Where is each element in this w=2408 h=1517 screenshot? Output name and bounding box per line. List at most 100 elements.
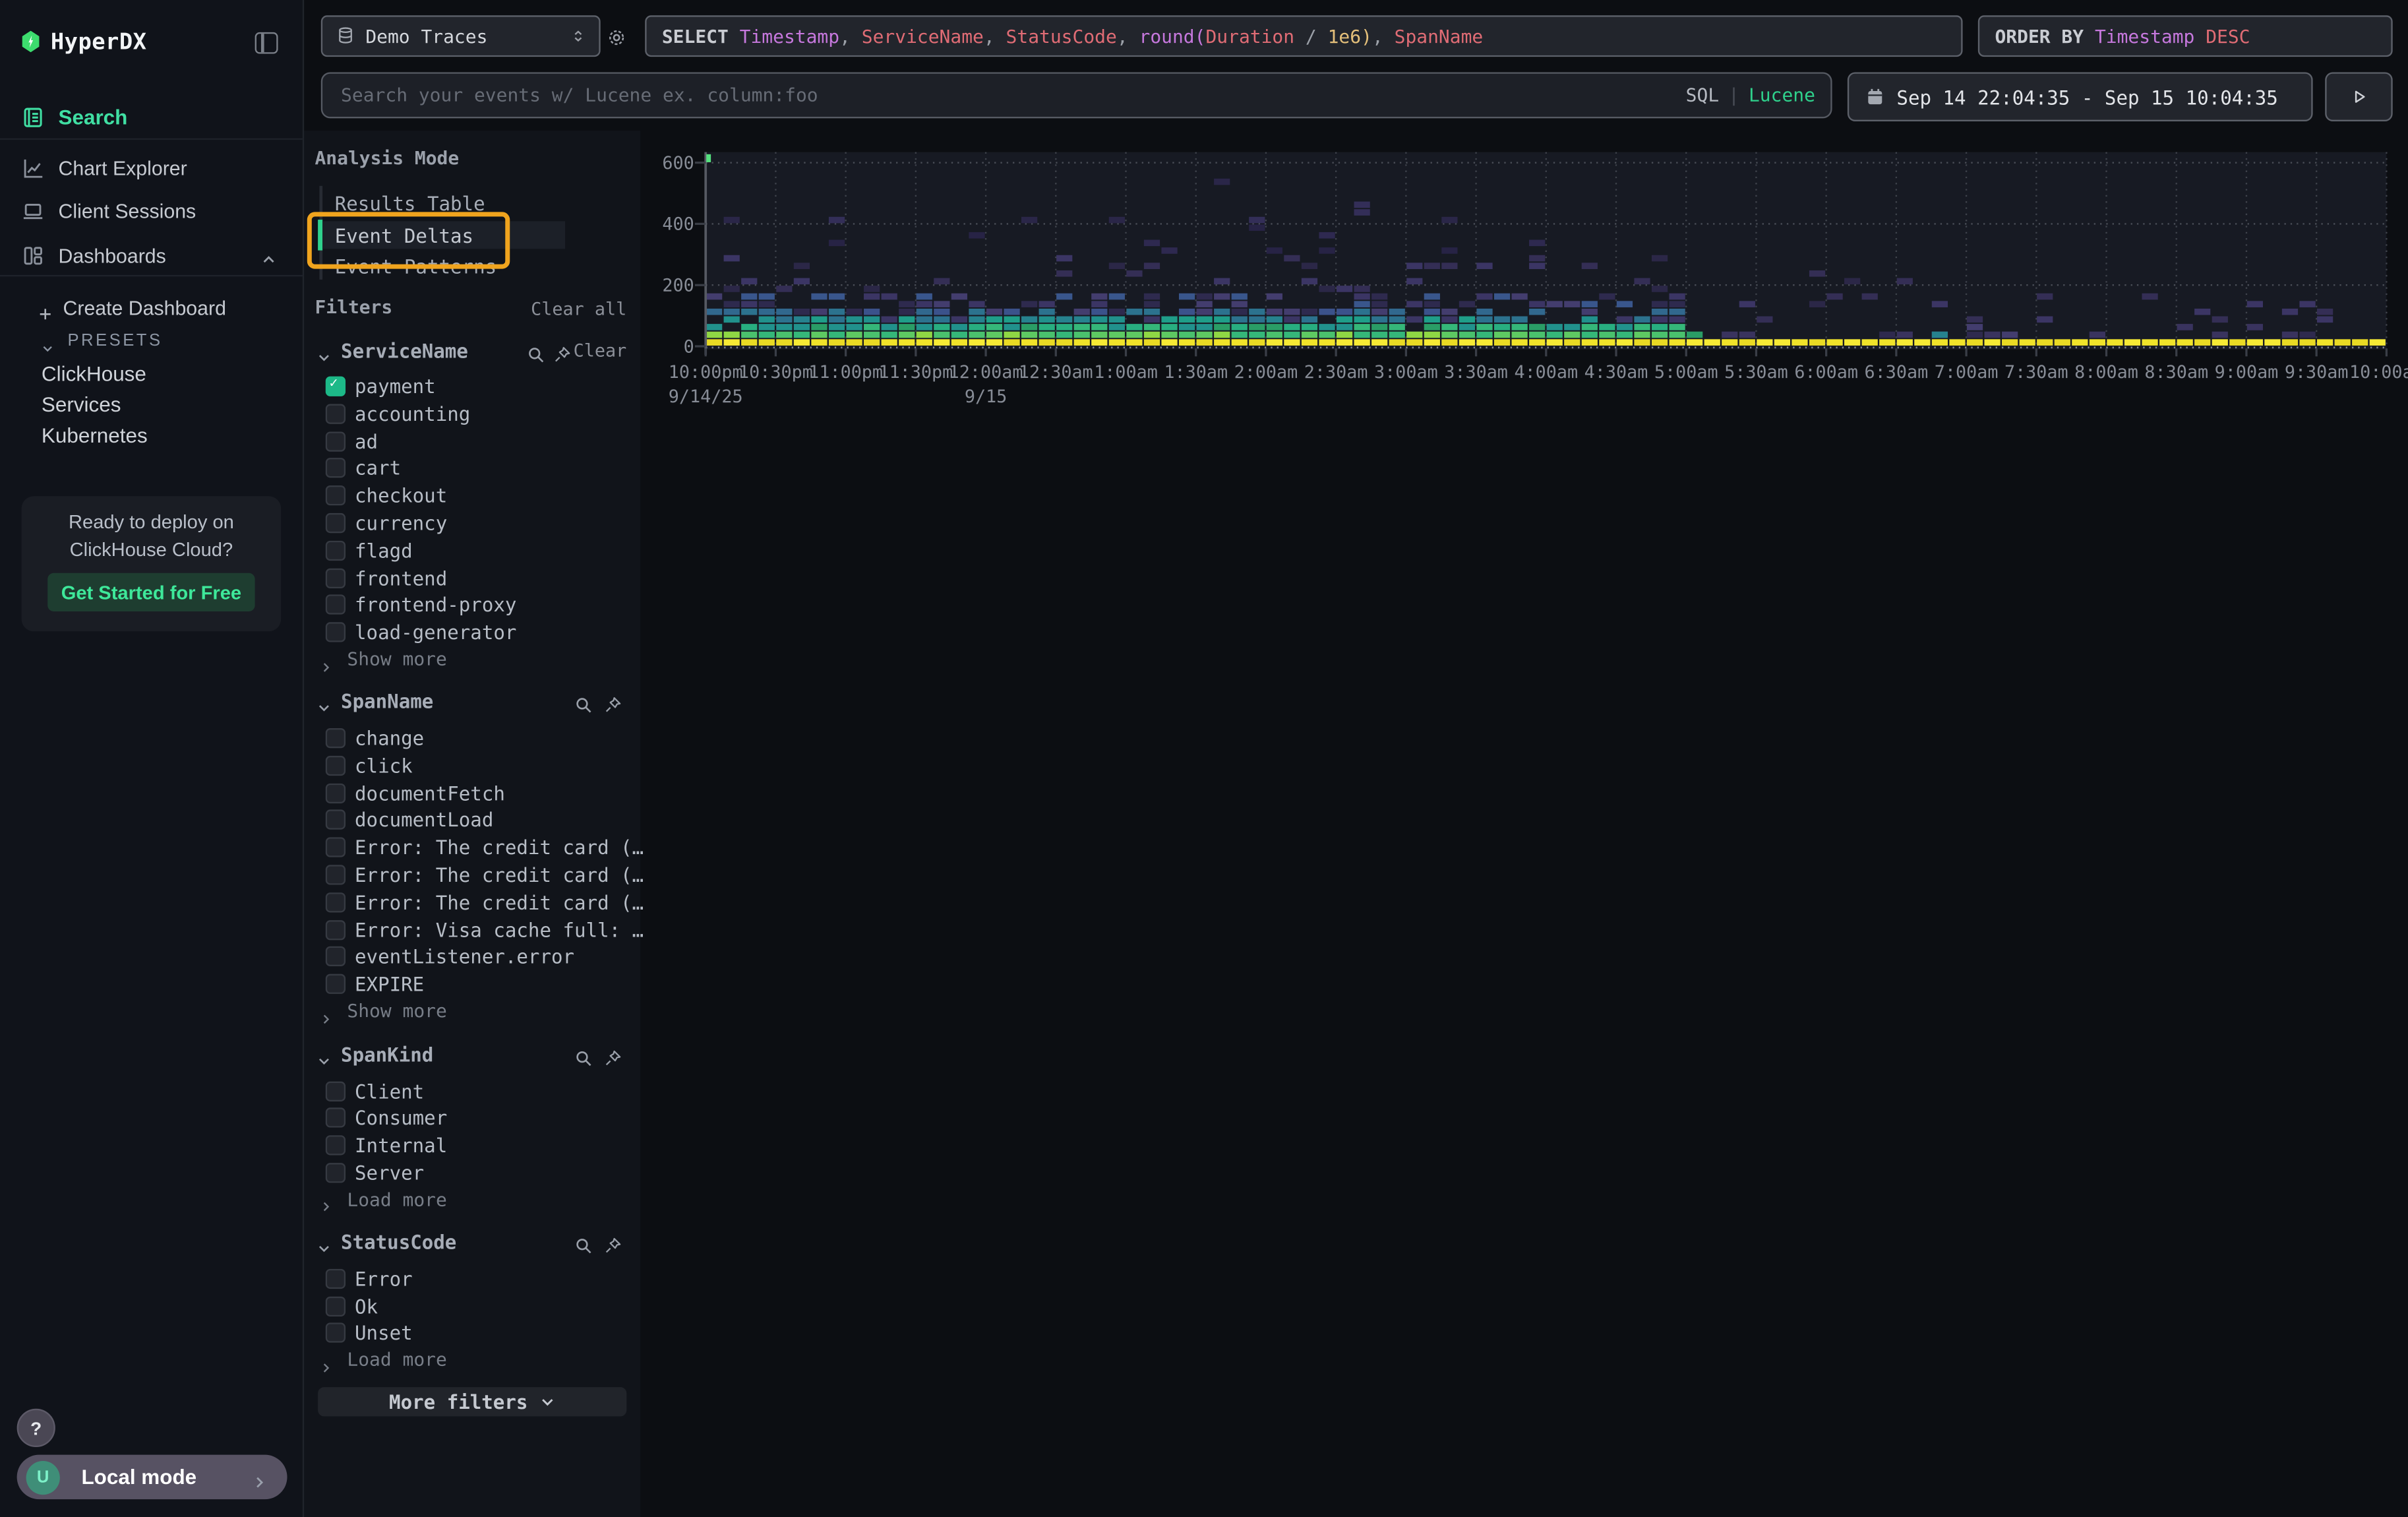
filter-item-spanname[interactable]: change xyxy=(303,725,640,749)
filter-item-servicename[interactable]: frontend-proxy xyxy=(303,592,640,617)
filter-item-spankind[interactable]: Internal xyxy=(303,1132,640,1157)
filter-item-servicename[interactable]: currency xyxy=(303,510,640,534)
filter-item-label: Error: The credit card (… xyxy=(355,890,644,913)
filter-item-statuscode[interactable]: Ok xyxy=(303,1293,640,1317)
mode-lucene[interactable]: Lucene xyxy=(1749,84,1815,106)
pin-icon[interactable] xyxy=(603,1044,622,1063)
search-input[interactable] xyxy=(321,72,1832,118)
gear-icon[interactable] xyxy=(607,24,626,44)
preset-kubernetes[interactable]: Kubernetes xyxy=(42,424,148,447)
create-dashboard-button[interactable]: Create Dashboard xyxy=(0,292,303,323)
sidebar-collapse-icon[interactable] xyxy=(255,32,278,54)
sidebar-item-label: Chart Explorer xyxy=(59,156,187,179)
show-more-spankind[interactable]: Load more xyxy=(303,1187,640,1210)
user-avatar: U xyxy=(26,1460,60,1494)
time-range-picker[interactable]: Sep 14 22:04:35 - Sep 15 10:04:35 xyxy=(1848,72,2313,121)
clear-all-button[interactable]: Clear all xyxy=(531,298,626,320)
sql-expression-input[interactable]: SELECT Timestamp, ServiceName, StatusCod… xyxy=(645,15,1962,57)
order-by-input[interactable]: ORDER BY Timestamp DESC xyxy=(1978,15,2393,57)
search-icon[interactable] xyxy=(574,1231,593,1250)
filter-item-label: documentLoad xyxy=(355,809,493,832)
show-more-spanname[interactable]: Show more xyxy=(303,999,640,1022)
axis-tick-label: 6:00am xyxy=(1794,362,1858,383)
sql-token xyxy=(2194,25,2206,47)
chevron-down-icon[interactable] xyxy=(316,1046,332,1061)
checkbox-icon xyxy=(326,623,346,642)
filter-item-label: EXPIRE xyxy=(355,973,424,996)
axis-tick-label: 10:30pm xyxy=(738,362,813,383)
analysis-mode-results-table[interactable]: Results Table xyxy=(322,189,565,216)
search-icon[interactable] xyxy=(574,691,593,710)
filter-item-servicename[interactable]: ad xyxy=(303,428,640,452)
filter-item-servicename[interactable]: flagd xyxy=(303,538,640,562)
chevron-down-icon[interactable] xyxy=(316,1233,332,1249)
show-more-label: Load more xyxy=(347,1189,446,1210)
filter-item-spankind[interactable]: Consumer xyxy=(303,1105,640,1129)
help-button[interactable]: ? xyxy=(17,1409,55,1447)
filter-item-label: frontend xyxy=(355,566,447,589)
axis-tick-label: 8:00am xyxy=(2074,362,2138,383)
filter-item-servicename[interactable]: checkout xyxy=(303,483,640,507)
analysis-mode-event-patterns[interactable]: Event Patterns xyxy=(322,252,565,280)
more-filters-label: More filters xyxy=(389,1390,527,1413)
filter-item-servicename[interactable]: frontend xyxy=(303,565,640,589)
preset-services[interactable]: Services xyxy=(42,393,121,416)
run-query-button[interactable] xyxy=(2325,72,2392,121)
filter-item-servicename[interactable]: load-generator xyxy=(303,619,640,644)
filter-item-servicename[interactable]: payment xyxy=(303,373,640,398)
filter-item-label: Unset xyxy=(355,1322,413,1345)
sidebar-item-search[interactable]: Search xyxy=(0,98,303,135)
filter-item-servicename[interactable]: cart xyxy=(303,455,640,480)
clickhouse-cloud-promo-card: Ready to deploy on ClickHouse Cloud? Get… xyxy=(22,496,282,631)
chevron-right-icon xyxy=(251,1468,269,1486)
divider xyxy=(0,275,303,276)
filter-group-header-spankind: SpanKind xyxy=(303,1041,640,1066)
show-more-servicename[interactable]: Show more xyxy=(303,647,640,670)
analysis-mode-event-deltas[interactable]: Event Deltas xyxy=(322,221,565,249)
filter-item-spanname[interactable]: click xyxy=(303,753,640,777)
filter-item-statuscode[interactable]: Error xyxy=(303,1266,640,1290)
chevron-down-icon[interactable] xyxy=(316,693,332,708)
local-mode-menu[interactable]: U Local mode xyxy=(17,1455,287,1500)
filter-item-spanname[interactable]: eventListener.error xyxy=(303,944,640,968)
get-started-button[interactable]: Get Started for Free xyxy=(47,573,255,611)
search-icon[interactable] xyxy=(527,340,545,359)
filter-item-spankind[interactable]: Server xyxy=(303,1160,640,1184)
sql-token: ) xyxy=(1361,25,1372,47)
checkbox-icon xyxy=(326,595,346,615)
chevron-up-icon[interactable] xyxy=(260,246,278,264)
filter-item-spanname[interactable]: Error: The credit card (… xyxy=(303,834,640,859)
filter-item-spanname[interactable]: Error: The credit card (… xyxy=(303,862,640,886)
filter-item-spanname[interactable]: documentFetch xyxy=(303,780,640,804)
more-filters-button[interactable]: More filters xyxy=(318,1387,626,1416)
sidebar-item-client-sessions[interactable]: Client Sessions xyxy=(0,192,303,229)
chevron-down-icon[interactable] xyxy=(316,342,332,357)
pin-icon[interactable] xyxy=(603,1231,622,1250)
source-select[interactable]: Demo Traces xyxy=(321,15,601,57)
mode-sql[interactable]: SQL xyxy=(1686,84,1720,106)
chevron-right-icon xyxy=(319,1003,333,1016)
select-updown-icon xyxy=(571,26,585,46)
pin-icon[interactable] xyxy=(553,340,571,359)
sql-token: , xyxy=(1372,25,1395,47)
clear-filter-button[interactable]: Clear xyxy=(574,339,627,361)
plus-icon xyxy=(37,299,54,316)
dashboard-grid-icon xyxy=(22,243,45,266)
sidebar-item-label: Client Sessions xyxy=(59,199,196,222)
preset-clickhouse[interactable]: ClickHouse xyxy=(42,363,146,386)
sidebar-item-dashboards[interactable]: Dashboards xyxy=(0,237,303,274)
presets-toggle[interactable]: PRESETS xyxy=(0,327,303,355)
filter-item-label: Error: Visa cache full: … xyxy=(355,918,644,941)
filter-item-spanname[interactable]: documentLoad xyxy=(303,807,640,832)
filter-item-spanname[interactable]: Error: Visa cache full: … xyxy=(303,917,640,941)
filter-item-servicename[interactable]: accounting xyxy=(303,400,640,425)
search-icon[interactable] xyxy=(574,1044,593,1063)
show-more-statuscode[interactable]: Load more xyxy=(303,1347,640,1371)
filter-item-spanname[interactable]: Error: The credit card (… xyxy=(303,889,640,913)
filter-item-spankind[interactable]: Client xyxy=(303,1078,640,1102)
filter-item-statuscode[interactable]: Unset xyxy=(303,1320,640,1345)
filter-item-spanname[interactable]: EXPIRE xyxy=(303,971,640,995)
pin-icon[interactable] xyxy=(603,691,622,710)
sql-token: SpanName xyxy=(1395,25,1484,47)
sidebar-item-chart-explorer[interactable]: Chart Explorer xyxy=(0,149,303,186)
